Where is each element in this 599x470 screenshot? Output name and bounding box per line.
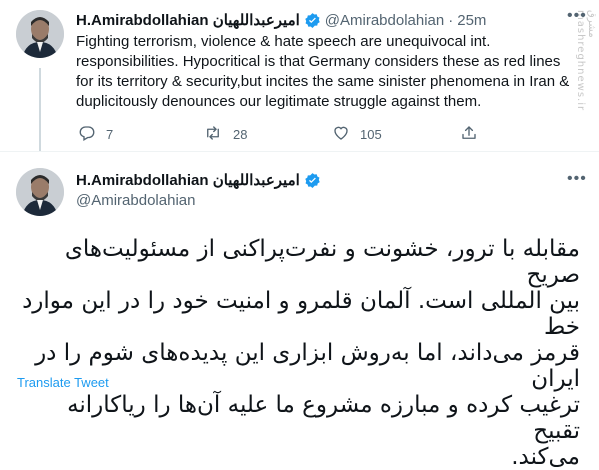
retweet-button[interactable]: 28	[203, 124, 247, 145]
share-icon	[460, 124, 478, 145]
tweet-text-line: ترغیب کرده و مبارزه مشروع ما علیه آن‌ها …	[67, 392, 580, 444]
tweet-text: مقابله با ترور، خشونت و نفرت‌پراکنی از م…	[18, 236, 580, 470]
tweet-text-line: for its territory & security,but incites…	[76, 73, 570, 90]
tweet-text-line: Fighting terrorism, violence & hate spee…	[76, 33, 491, 50]
tweet-time[interactable]: 25m	[457, 12, 486, 29]
verified-badge-icon	[304, 172, 321, 189]
tweet-text: Fighting terrorism, violence & hate spee…	[76, 32, 586, 112]
tweet-text-line: duplicitously denounces our legitimate s…	[76, 93, 482, 110]
tweet-text-line: responsibilities. Hypocritical is that G…	[76, 53, 561, 70]
tweet-text-line: می‌کند.	[511, 444, 580, 470]
translate-tweet-link[interactable]: Translate Tweet	[17, 375, 109, 390]
retweet-count: 28	[233, 127, 248, 142]
tweet-text-line: مقابله با ترور، خشونت و نفرت‌پراکنی از م…	[64, 236, 580, 288]
separator-dot: ·	[448, 11, 454, 29]
author-handle[interactable]: @Amirabdolahian	[325, 12, 444, 29]
avatar[interactable]	[16, 168, 64, 216]
retweet-icon	[203, 124, 223, 145]
avatar[interactable]	[16, 10, 64, 58]
like-button[interactable]: 105	[332, 124, 382, 145]
author-name[interactable]: H.Amirabdollahian امیرعبداللهیان	[76, 11, 300, 29]
verified-badge-icon	[304, 12, 321, 29]
tweet-divider	[0, 151, 599, 152]
like-count: 105	[360, 127, 382, 142]
reply-icon	[78, 124, 96, 145]
tweet-text-line: بین المللی است. آلمان قلمرو و امنیت خود …	[22, 288, 580, 340]
reply-button[interactable]: 7	[78, 124, 113, 145]
like-icon	[332, 124, 350, 145]
author-name[interactable]: H.Amirabdollahian امیرعبداللهیان	[76, 171, 300, 189]
author-handle[interactable]: @Amirabdolahian	[76, 192, 195, 209]
reply-count: 7	[106, 127, 114, 142]
more-options-icon[interactable]: •••	[567, 170, 587, 188]
thread-connector-line	[39, 68, 41, 152]
more-options-icon[interactable]: •••	[567, 7, 587, 25]
share-button[interactable]	[460, 124, 478, 145]
